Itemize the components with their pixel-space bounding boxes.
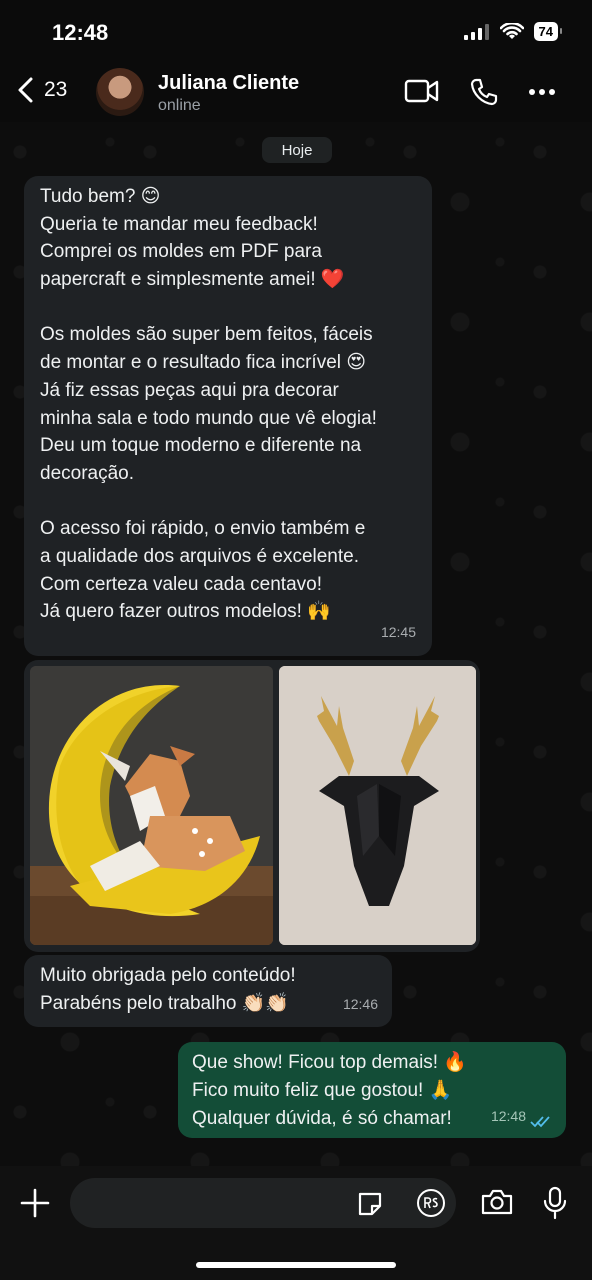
contact-status: online xyxy=(158,97,201,114)
message-line: Qualquer dúvida, é só chamar! xyxy=(192,1108,452,1129)
unread-count: 23 xyxy=(44,78,68,101)
message-line: Parabéns pelo trabalho 👏🏻👏🏻 xyxy=(40,992,290,1014)
message-line: Queria te mandar meu feedback! xyxy=(40,213,318,235)
message-text: Muito obrigada pelo conteúdo! Parabéns p… xyxy=(40,962,296,1017)
message-line: papercraft e simplesmente amei! ❤️ xyxy=(40,269,345,291)
camera-icon[interactable] xyxy=(480,1188,514,1216)
message-line xyxy=(40,294,377,322)
home-indicator xyxy=(196,1262,396,1268)
message-line xyxy=(40,488,377,516)
message-line: Comprei os moldes em PDF para xyxy=(40,241,322,263)
message-line: Que show! Ficou top demais! 🔥 xyxy=(192,1052,467,1073)
message-time: 12:45 xyxy=(380,624,416,641)
sticker-icon[interactable] xyxy=(356,1190,384,1218)
chat-header: 23 Juliana Cliente online xyxy=(0,62,592,124)
message-line: a qualidade dos arquivos é excelente. xyxy=(40,545,360,567)
wifi-icon xyxy=(499,22,524,39)
read-ticks-icon xyxy=(530,1116,550,1128)
status-time: 12:48 xyxy=(52,20,109,45)
message-line: minha sala e todo mundo que vê elogia! xyxy=(40,407,377,429)
message-line: O acesso foi rápido, o envio também e xyxy=(40,518,366,540)
phone-icon[interactable] xyxy=(470,78,498,106)
message-line: Com certeza valeu cada centavo! xyxy=(40,573,322,595)
papercraft-deer-moon-image[interactable] xyxy=(30,666,273,945)
papercraft-deer-head-image[interactable] xyxy=(279,666,476,945)
message-line: Muito obrigada pelo conteúdo! xyxy=(40,965,296,986)
back-button[interactable]: 23 xyxy=(16,76,67,104)
status-bar: 12:48 74 xyxy=(0,0,592,62)
deer-moon-illustration xyxy=(30,666,273,945)
message-line: Já fiz essas peças aqui pra decorar xyxy=(40,379,339,401)
chevron-left-icon xyxy=(18,77,33,103)
outgoing-message[interactable]: Que show! Ficou top demais! 🔥 Fico muito… xyxy=(178,1042,566,1138)
microphone-icon[interactable] xyxy=(542,1186,568,1220)
date-chip: Hoje xyxy=(262,137,332,163)
message-line: de montar e o resultado fica incrível 😍 xyxy=(40,352,367,374)
plus-icon[interactable] xyxy=(20,1188,50,1218)
video-call-icon[interactable] xyxy=(404,78,440,104)
message-line: Fico muito feliz que gostou! 🙏 xyxy=(192,1080,453,1101)
message-time: 12:46 xyxy=(342,996,378,1013)
message-line: Os moldes são super bem feitos, fáceis xyxy=(40,324,373,346)
message-line: Tudo bem? 😊 xyxy=(40,186,161,207)
more-icon[interactable] xyxy=(528,88,556,96)
signal-icon xyxy=(463,23,489,40)
message-line: Deu um toque moderno e diferente na xyxy=(40,435,362,457)
message-line: Já quero fazer outros modelos! 🙌 xyxy=(40,601,331,623)
incoming-message[interactable]: Tudo bem? 😊 Queria te mandar meu feedbac… xyxy=(24,176,432,656)
deer-head-illustration xyxy=(279,666,476,945)
message-time: 12:48 xyxy=(490,1108,526,1124)
status-icons: 74 xyxy=(463,22,563,41)
battery-indicator: 74 xyxy=(533,22,563,41)
message-line: decoração. xyxy=(40,462,135,484)
incoming-message[interactable]: Muito obrigada pelo conteúdo! Parabéns p… xyxy=(24,955,392,1027)
avatar[interactable] xyxy=(96,68,144,116)
message-input[interactable] xyxy=(70,1178,456,1228)
message-text: Tudo bem? 😊 Queria te mandar meu feedbac… xyxy=(40,183,377,626)
contact-name[interactable]: Juliana Cliente xyxy=(158,72,299,95)
pix-icon[interactable] xyxy=(416,1188,446,1218)
message-text: Que show! Ficou top demais! 🔥 Fico muito… xyxy=(192,1049,467,1133)
